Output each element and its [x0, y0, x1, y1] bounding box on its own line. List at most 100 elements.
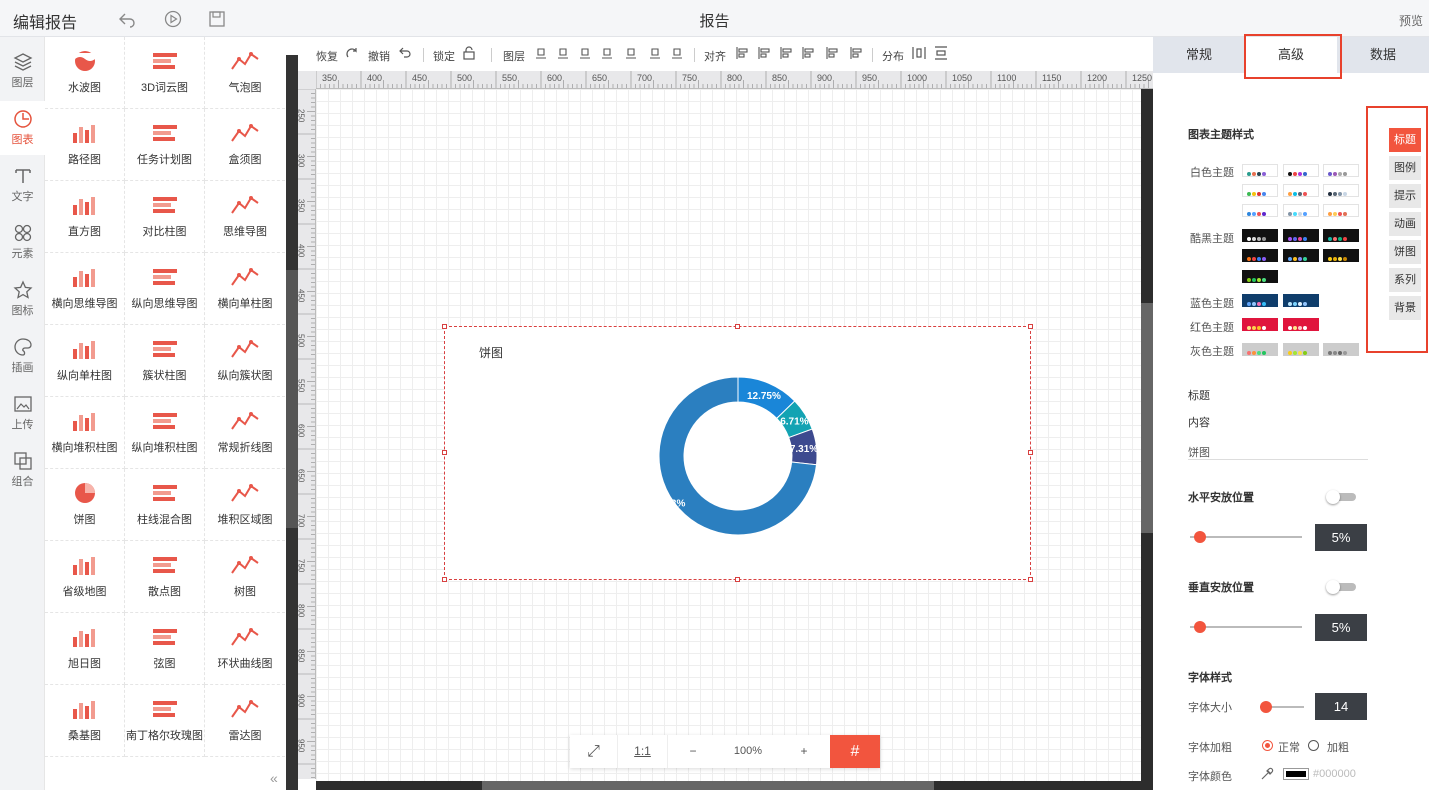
theme-swatch-grey[interactable] — [1242, 343, 1278, 356]
side-tab-6[interactable]: 背景 — [1389, 296, 1421, 320]
font-bold-radio[interactable] — [1308, 740, 1319, 751]
chart-type-item[interactable]: 南丁格尔玫瑰图 — [125, 685, 205, 757]
font-color-swatch[interactable] — [1283, 768, 1309, 780]
tab-general[interactable]: 常规 — [1153, 37, 1245, 73]
layer-button[interactable]: 图层 — [503, 48, 525, 64]
theme-swatch-dark[interactable] — [1242, 270, 1278, 283]
horizontal-position-toggle[interactable] — [1326, 490, 1356, 504]
chart-type-item[interactable]: 散点图 — [125, 541, 205, 613]
chart-type-item[interactable]: 横向堆积柱图 — [45, 397, 125, 469]
chart-type-item[interactable]: 雷达图 — [205, 685, 285, 757]
vertical-position-toggle[interactable] — [1326, 580, 1356, 594]
side-tab-4[interactable]: 饼图 — [1389, 240, 1421, 264]
chart-type-item[interactable]: 气泡图 — [205, 37, 285, 109]
eyedropper-icon[interactable] — [1260, 767, 1274, 781]
theme-swatch-white[interactable] — [1323, 184, 1359, 197]
nav-item-elements[interactable]: 元素 — [0, 215, 45, 269]
font-size-value[interactable]: 14 — [1315, 693, 1367, 720]
actual-size-button[interactable]: 1:1 — [618, 735, 668, 768]
vertical-position-value[interactable]: 5% — [1315, 614, 1367, 641]
distribute-button[interactable]: 分布 — [882, 48, 904, 64]
chart-type-item[interactable]: 纵向思维导图 — [125, 253, 205, 325]
collapse-icon[interactable]: « — [270, 770, 278, 786]
side-tab-3[interactable]: 动画 — [1389, 212, 1421, 236]
horizontal-position-value[interactable]: 5% — [1315, 524, 1367, 551]
redo-icon[interactable] — [345, 46, 359, 60]
resize-handle[interactable] — [1028, 450, 1033, 455]
undo-button[interactable]: 撤销 — [368, 48, 390, 64]
nav-item-star[interactable]: 图标 — [0, 272, 45, 326]
layer-order-icon[interactable] — [600, 46, 614, 60]
resize-handle[interactable] — [442, 324, 447, 329]
resize-handle[interactable] — [442, 577, 447, 582]
theme-swatch-white[interactable] — [1283, 164, 1319, 177]
theme-swatch-blue[interactable] — [1283, 294, 1319, 307]
resize-handle[interactable] — [1028, 577, 1033, 582]
chart-type-item[interactable]: 桑基图 — [45, 685, 125, 757]
nav-item-layers[interactable]: 图层 — [0, 44, 45, 98]
align-option-icon[interactable] — [758, 46, 772, 60]
side-tab-2[interactable]: 提示 — [1389, 184, 1421, 208]
theme-swatch-dark[interactable] — [1283, 229, 1319, 242]
resize-handle[interactable] — [735, 577, 740, 582]
theme-swatch-grey[interactable] — [1283, 343, 1319, 356]
undo-arrow-icon[interactable] — [398, 46, 412, 60]
chart-type-item[interactable]: 簇状柱图 — [125, 325, 205, 397]
layer-order-icon[interactable] — [556, 46, 570, 60]
layer-order-icon[interactable] — [578, 46, 592, 60]
chart-type-item[interactable]: 纵向簇状图 — [205, 325, 285, 397]
resize-handle[interactable] — [735, 324, 740, 329]
lock-button[interactable]: 锁定 — [433, 48, 455, 64]
align-option-icon[interactable] — [802, 46, 816, 60]
side-tab-0[interactable]: 标题 — [1389, 128, 1421, 152]
chart-type-item[interactable]: 思维导图 — [205, 181, 285, 253]
chart-type-item[interactable]: 柱线混合图 — [125, 469, 205, 541]
chart-type-item[interactable]: 任务计划图 — [125, 109, 205, 181]
theme-swatch-dark[interactable] — [1242, 249, 1278, 262]
theme-swatch-white[interactable] — [1323, 204, 1359, 217]
tab-data[interactable]: 数据 — [1337, 37, 1429, 73]
fit-screen-button[interactable]: ⤢ — [570, 735, 618, 768]
resize-handle[interactable] — [1028, 324, 1033, 329]
font-size-slider[interactable] — [1260, 701, 1304, 713]
preview-button[interactable]: 预览 — [1399, 12, 1423, 29]
align-button[interactable]: 对齐 — [704, 48, 726, 64]
align-option-icon[interactable] — [736, 46, 750, 60]
chart-type-item[interactable]: 3D词云图 — [125, 37, 205, 109]
chart-type-item[interactable]: 盒须图 — [205, 109, 285, 181]
layer-order-icon[interactable] — [624, 46, 638, 60]
chart-type-item[interactable]: 对比柱图 — [125, 181, 205, 253]
font-normal-radio[interactable] — [1262, 740, 1273, 751]
chart-type-item[interactable]: 弦图 — [125, 613, 205, 685]
side-tab-1[interactable]: 图例 — [1389, 156, 1421, 180]
chart-type-item[interactable]: 路径图 — [45, 109, 125, 181]
chart-type-item[interactable]: 横向思维导图 — [45, 253, 125, 325]
nav-item-palette[interactable]: 插画 — [0, 329, 45, 383]
chart-type-item[interactable]: 旭日图 — [45, 613, 125, 685]
lock-icon[interactable] — [462, 46, 476, 60]
nav-item-group[interactable]: 组合 — [0, 443, 45, 497]
chart-type-item[interactable]: 直方图 — [45, 181, 125, 253]
chart-type-item[interactable]: 堆积区域图 — [205, 469, 285, 541]
theme-swatch-white[interactable] — [1283, 184, 1319, 197]
title-content-input[interactable]: 饼图 — [1188, 436, 1368, 460]
chart-type-item[interactable]: 省级地图 — [45, 541, 125, 613]
grid-toggle-button[interactable]: # — [830, 735, 880, 768]
layer-order-icon[interactable] — [648, 46, 662, 60]
canvas-horizontal-scroll-thumb[interactable] — [482, 781, 934, 790]
donut-chart[interactable]: 12.75% 6.71% 7.31% 73.23% — [650, 368, 826, 544]
align-option-icon[interactable] — [780, 46, 794, 60]
theme-swatch-grey[interactable] — [1323, 343, 1359, 356]
side-tab-5[interactable]: 系列 — [1389, 268, 1421, 292]
vertical-position-slider[interactable] — [1190, 621, 1302, 633]
chart-type-item[interactable]: 环状曲线图 — [205, 613, 285, 685]
chart-type-item[interactable]: 横向单柱图 — [205, 253, 285, 325]
layer-order-icon[interactable] — [670, 46, 684, 60]
chart-type-item[interactable]: 常规折线图 — [205, 397, 285, 469]
chart-type-item[interactable]: 纵向堆积柱图 — [125, 397, 205, 469]
resize-handle[interactable] — [442, 450, 447, 455]
font-color-value[interactable]: #000000 — [1313, 768, 1356, 780]
zoom-out-button[interactable]: − — [668, 735, 718, 768]
layer-order-icon[interactable] — [534, 46, 548, 60]
nav-item-upload-image[interactable]: 上传 — [0, 386, 45, 440]
